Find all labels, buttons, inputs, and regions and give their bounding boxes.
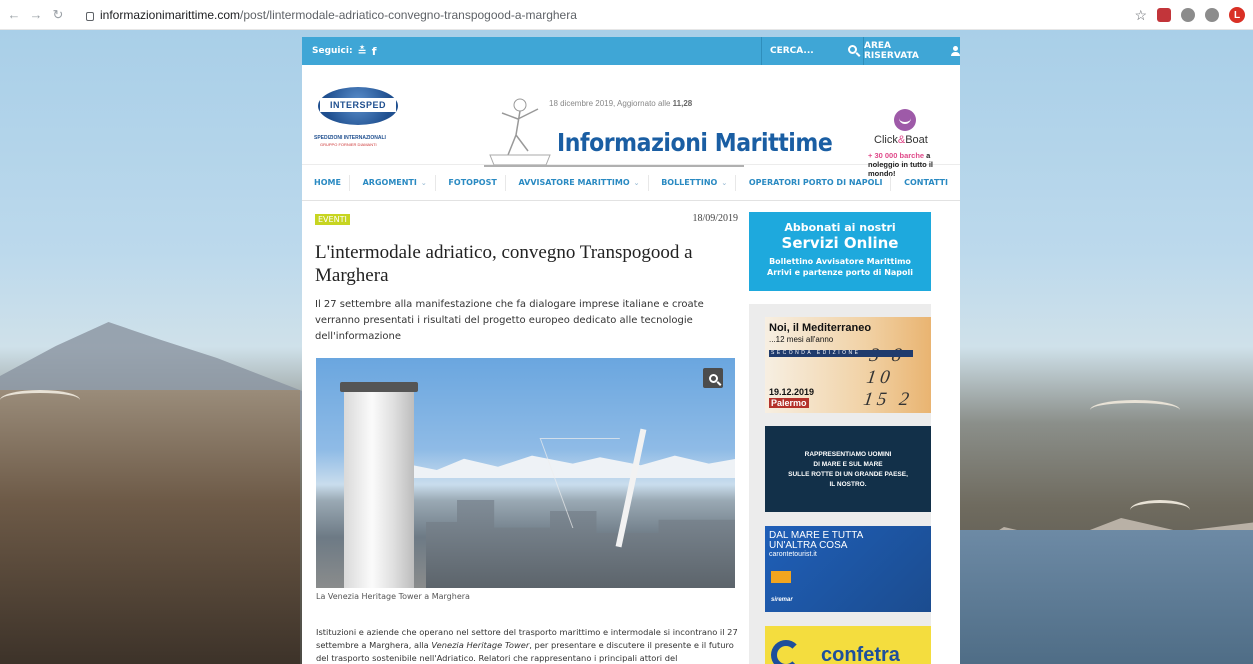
subscribe-line1: Abbonati ai nostri [784, 221, 896, 234]
seagull [0, 390, 80, 410]
nav-item-label: FOTOPOST [448, 178, 497, 187]
subscribe-line4: Arrivi e partenze porto di Napoli [767, 268, 913, 277]
nav-item-label: ARGOMENTI [362, 178, 417, 187]
heritage-tower [344, 388, 414, 588]
confetra-logo-icon [771, 640, 801, 664]
back-icon[interactable]: ← [6, 7, 22, 23]
masthead-date: 18 dicembre 2019, Aggiornato alle 11,28 [549, 99, 693, 108]
extension-icons: ☆ L [1134, 7, 1245, 23]
nav-item-argomenti[interactable]: ARGOMENTI ⌄ [355, 174, 436, 191]
article-subtitle: Il 27 settembre alla manifestazione che … [315, 299, 704, 342]
ad-caronte-brand: siremar [771, 597, 793, 603]
photo-caption: La Venezia Heritage Tower a Marghera [316, 592, 470, 601]
forward-icon[interactable]: → [28, 7, 44, 23]
url-path: /post/lintermodale-adriatico-convegno-tr… [240, 8, 577, 22]
category-badge[interactable]: EVENTI [315, 214, 350, 225]
address-bar[interactable]: informazionimarittime.com/post/lintermod… [86, 5, 1206, 25]
nav-item-label: AVVISATORE MARITTIMO [518, 178, 630, 187]
ad-navy-line3: SULLE ROTTE DI UN GRANDE PAESE, [788, 471, 908, 478]
article-body: Istituzioni e aziende che operano nel se… [316, 627, 738, 663]
nav-item-fotopost[interactable]: FOTOPOST [440, 174, 506, 191]
ad-navy-line1: RAPPRESENTIAMO UOMINI [804, 451, 892, 458]
ad-confetra[interactable]: confetra [765, 626, 931, 664]
chevron-down-icon: ⌄ [633, 178, 640, 187]
seagull [1090, 400, 1180, 420]
ads-column: 3 8 10 15 2 22 9 Noi, il Mediterraneo ..… [749, 304, 931, 664]
intersped-logo[interactable]: INTERSPED SPEDIZIONI INTERNAZIONALI GRUP… [314, 79, 414, 149]
clickandboat-logo-icon[interactable] [894, 109, 916, 131]
search-box [761, 37, 863, 65]
article-date: 18/09/2019 [692, 213, 738, 224]
facebook-icon[interactable]: f [372, 45, 377, 58]
intersped-tagline: SPEDIZIONI INTERNAZIONALI [314, 135, 386, 141]
nav-item-operatori-porto-di-napoli[interactable]: OPERATORI PORTO DI NAPOLI [741, 174, 892, 191]
ad-med-city: Palermo [769, 398, 809, 408]
nav-item-label: OPERATORI PORTO DI NAPOLI [748, 178, 883, 187]
seagull [1130, 500, 1190, 520]
pdf-extension-icon[interactable] [1157, 8, 1171, 22]
confetra-text: confetra [821, 644, 900, 664]
subscribe-banner[interactable]: Abbonati ai nostri Servizi Online Bollet… [749, 212, 931, 291]
sea [960, 530, 1253, 664]
social-follow: Seguici: ≛ f [312, 45, 377, 58]
ad-med-sub: ...12 mesi all'anno [769, 335, 834, 344]
ad-navy[interactable]: RAPPRESENTIAMO UOMINI DI MARE E SUL MARE… [765, 426, 931, 512]
nav-item-label: CONTATTI [904, 178, 948, 187]
reserved-area-label: AREA RISERVATA [864, 41, 919, 61]
nav-item-avvisatore-marittimo[interactable]: AVVISATORE MARITTIMO ⌄ [511, 174, 649, 191]
nav-item-home[interactable]: HOME [314, 174, 350, 191]
reserved-area-link[interactable]: AREA RISERVATA [863, 37, 960, 65]
profile-avatar[interactable]: L [1229, 7, 1245, 23]
subscribe-line3: Bollettino Avvisatore Marittimo [769, 257, 911, 266]
ad-caronte-line2: UN'ALTRA COSA [769, 540, 848, 551]
nav-item-bollettino[interactable]: BOLLETTINO ⌄ [653, 174, 737, 191]
tower-top [340, 382, 418, 392]
ad-med-date: 19.12.2019 [769, 387, 815, 397]
subscribe-line2: Servizi Online [781, 234, 899, 252]
intersped-group: GRUPPO FORNIER DIAMANTI [320, 142, 377, 147]
search-icon[interactable] [848, 45, 857, 54]
article-photo[interactable] [316, 358, 735, 588]
lock-icon [86, 11, 94, 21]
chevron-down-icon: ⌄ [420, 178, 427, 187]
browser-toolbar: ← → ↻ informazionimarittime.com/post/lin… [0, 0, 1253, 30]
extension-icon[interactable] [1181, 8, 1195, 22]
url-domain: informazionimarittime.com [100, 8, 241, 22]
nav-item-label: HOME [314, 178, 341, 187]
follow-label: Seguici: [312, 46, 353, 56]
ad-caronte-badge [771, 571, 791, 583]
nav-item-label: BOLLETTINO [661, 178, 718, 187]
article-title: L'intermodale adriatico, convegno Transp… [315, 242, 693, 286]
site-title[interactable]: Informazioni Marittime [557, 128, 833, 157]
ad-caronte-site: carontetourist.it [769, 551, 817, 558]
ad-caronte[interactable]: DAL MARE E TUTTA UN'ALTRA COSA caronteto… [765, 526, 931, 612]
masthead: INTERSPED SPEDIZIONI INTERNAZIONALI GRUP… [302, 65, 960, 178]
sidebar: Abbonati ai nostri Servizi Online Bollet… [749, 212, 931, 664]
zoom-in-icon [708, 373, 718, 383]
user-icon [951, 46, 960, 56]
main-nav: HOME ARGOMENTI ⌄ FOTOPOST AVVISATORE MARITTI… [302, 165, 960, 201]
site-container: Seguici: ≛ f AREA RISERVATA INTERSPED SP… [302, 37, 960, 664]
search-input[interactable] [770, 46, 830, 56]
zoom-button[interactable] [703, 368, 723, 388]
ad-med-title: Noi, il Mediterraneo [769, 322, 872, 334]
nav-item-contatti[interactable]: CONTATTI [896, 175, 948, 191]
ad-navy-line4: IL NOSTRO. [829, 481, 867, 488]
reload-icon[interactable]: ↻ [50, 7, 66, 23]
city-shoreline [0, 390, 300, 664]
extension-icon-2[interactable] [1205, 8, 1219, 22]
bookmark-star-icon[interactable]: ☆ [1134, 8, 1147, 22]
ad-med-edition: SECONDA EDIZIONE [769, 350, 913, 357]
chevron-down-icon: ⌄ [721, 178, 728, 187]
rss-icon[interactable]: ≛ [358, 45, 367, 58]
clickandboat-name[interactable]: Click&Boat [874, 134, 928, 146]
intersped-logo-text: INTERSPED [320, 98, 396, 112]
ad-mediterraneo[interactable]: 3 8 10 15 2 22 9 Noi, il Mediterraneo ..… [765, 317, 931, 413]
ad-navy-line2: DI MARE E SUL MARE [813, 461, 883, 468]
top-bar: Seguici: ≛ f AREA RISERVATA [302, 37, 960, 65]
